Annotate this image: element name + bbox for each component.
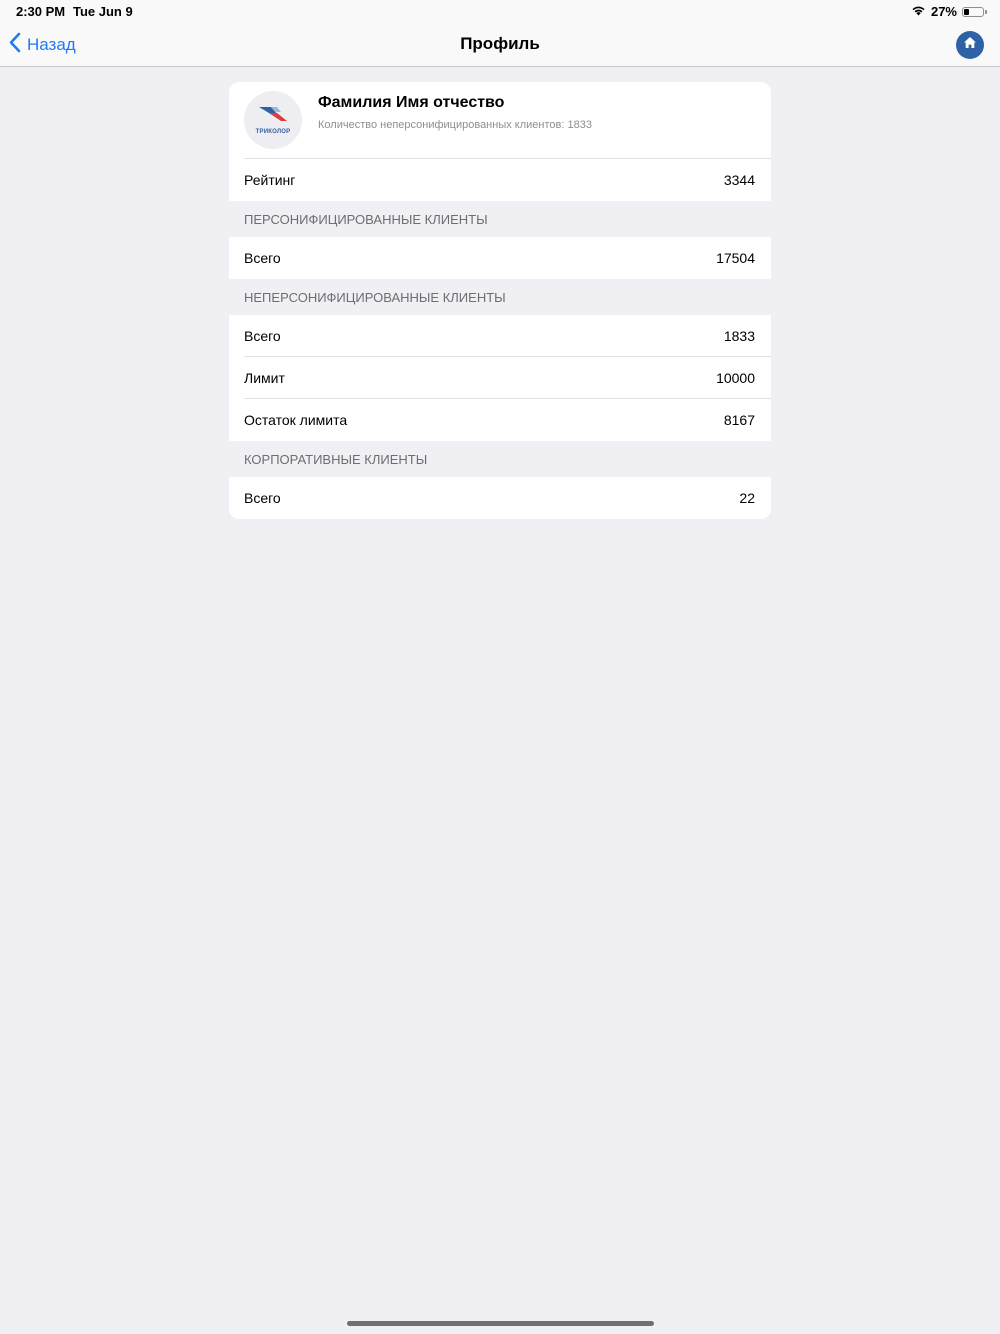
rating-value: 3344 — [723, 172, 755, 188]
personalized-total-row: Всего 17504 — [229, 237, 771, 279]
battery-icon — [962, 6, 987, 17]
wifi-icon — [911, 4, 926, 19]
rating-label: Рейтинг — [244, 172, 296, 188]
battery-percent: 27% — [930, 4, 957, 19]
section-header-corporate: КОРПОРАТИВНЫЕ КЛИЕНТЫ — [229, 441, 771, 477]
non-personalized-limit-label: Лимит — [244, 370, 285, 386]
non-personalized-total-value: 1833 — [723, 328, 755, 344]
profile-card: ТРИКОЛОР Фамилия Имя отчество Количество… — [229, 82, 771, 519]
tricolor-logo-icon — [257, 105, 289, 128]
non-personalized-remaining-row: Остаток лимита 8167 — [229, 399, 771, 441]
non-personalized-total-row: Всего 1833 — [229, 315, 771, 357]
battery-fill — [964, 8, 969, 15]
home-icon — [963, 36, 977, 54]
status-time: 2:30 PM — [16, 4, 66, 19]
section-header-non-personalized: НЕПЕРСОНИФИЦИРОВАННЫЕ КЛИЕНТЫ — [229, 279, 771, 315]
profile-name: Фамилия Имя отчество — [318, 94, 505, 111]
navigation-bar: Назад Профиль — [0, 24, 1000, 67]
section-header-personalized: ПЕРСОНИФИЦИРОВАННЫЕ КЛИЕНТЫ — [229, 201, 771, 237]
non-personalized-total-label: Всего — [244, 328, 281, 344]
corporate-total-label: Всего — [244, 490, 281, 506]
non-personalized-remaining-value: 8167 — [723, 412, 755, 428]
corporate-total-value: 22 — [739, 490, 755, 506]
non-personalized-remaining-label: Остаток лимита — [244, 412, 348, 428]
profile-subtitle: Количество неперсонифицированных клиенто… — [318, 119, 592, 131]
status-indicators: 27% — [911, 4, 987, 19]
profile-header: ТРИКОЛОР Фамилия Имя отчество Количество… — [244, 82, 771, 159]
avatar-logo-text: ТРИКОЛОР — [255, 129, 291, 135]
non-personalized-limit-value: 10000 — [716, 370, 755, 386]
personalized-total-label: Всего — [244, 250, 281, 266]
home-button[interactable] — [956, 31, 984, 59]
personalized-total-value: 17504 — [716, 250, 755, 266]
non-personalized-limit-row: Лимит 10000 — [229, 357, 771, 399]
status-date: Tue Jun 9 — [73, 4, 133, 19]
rating-row: Рейтинг 3344 — [229, 159, 771, 201]
corporate-total-row: Всего 22 — [229, 477, 771, 519]
status-bar: 2:30 PM Tue Jun 9 27% — [0, 0, 1000, 24]
avatar: ТРИКОЛОР — [244, 91, 302, 149]
home-indicator[interactable] — [347, 1321, 654, 1326]
page-title: Профиль — [460, 34, 540, 53]
